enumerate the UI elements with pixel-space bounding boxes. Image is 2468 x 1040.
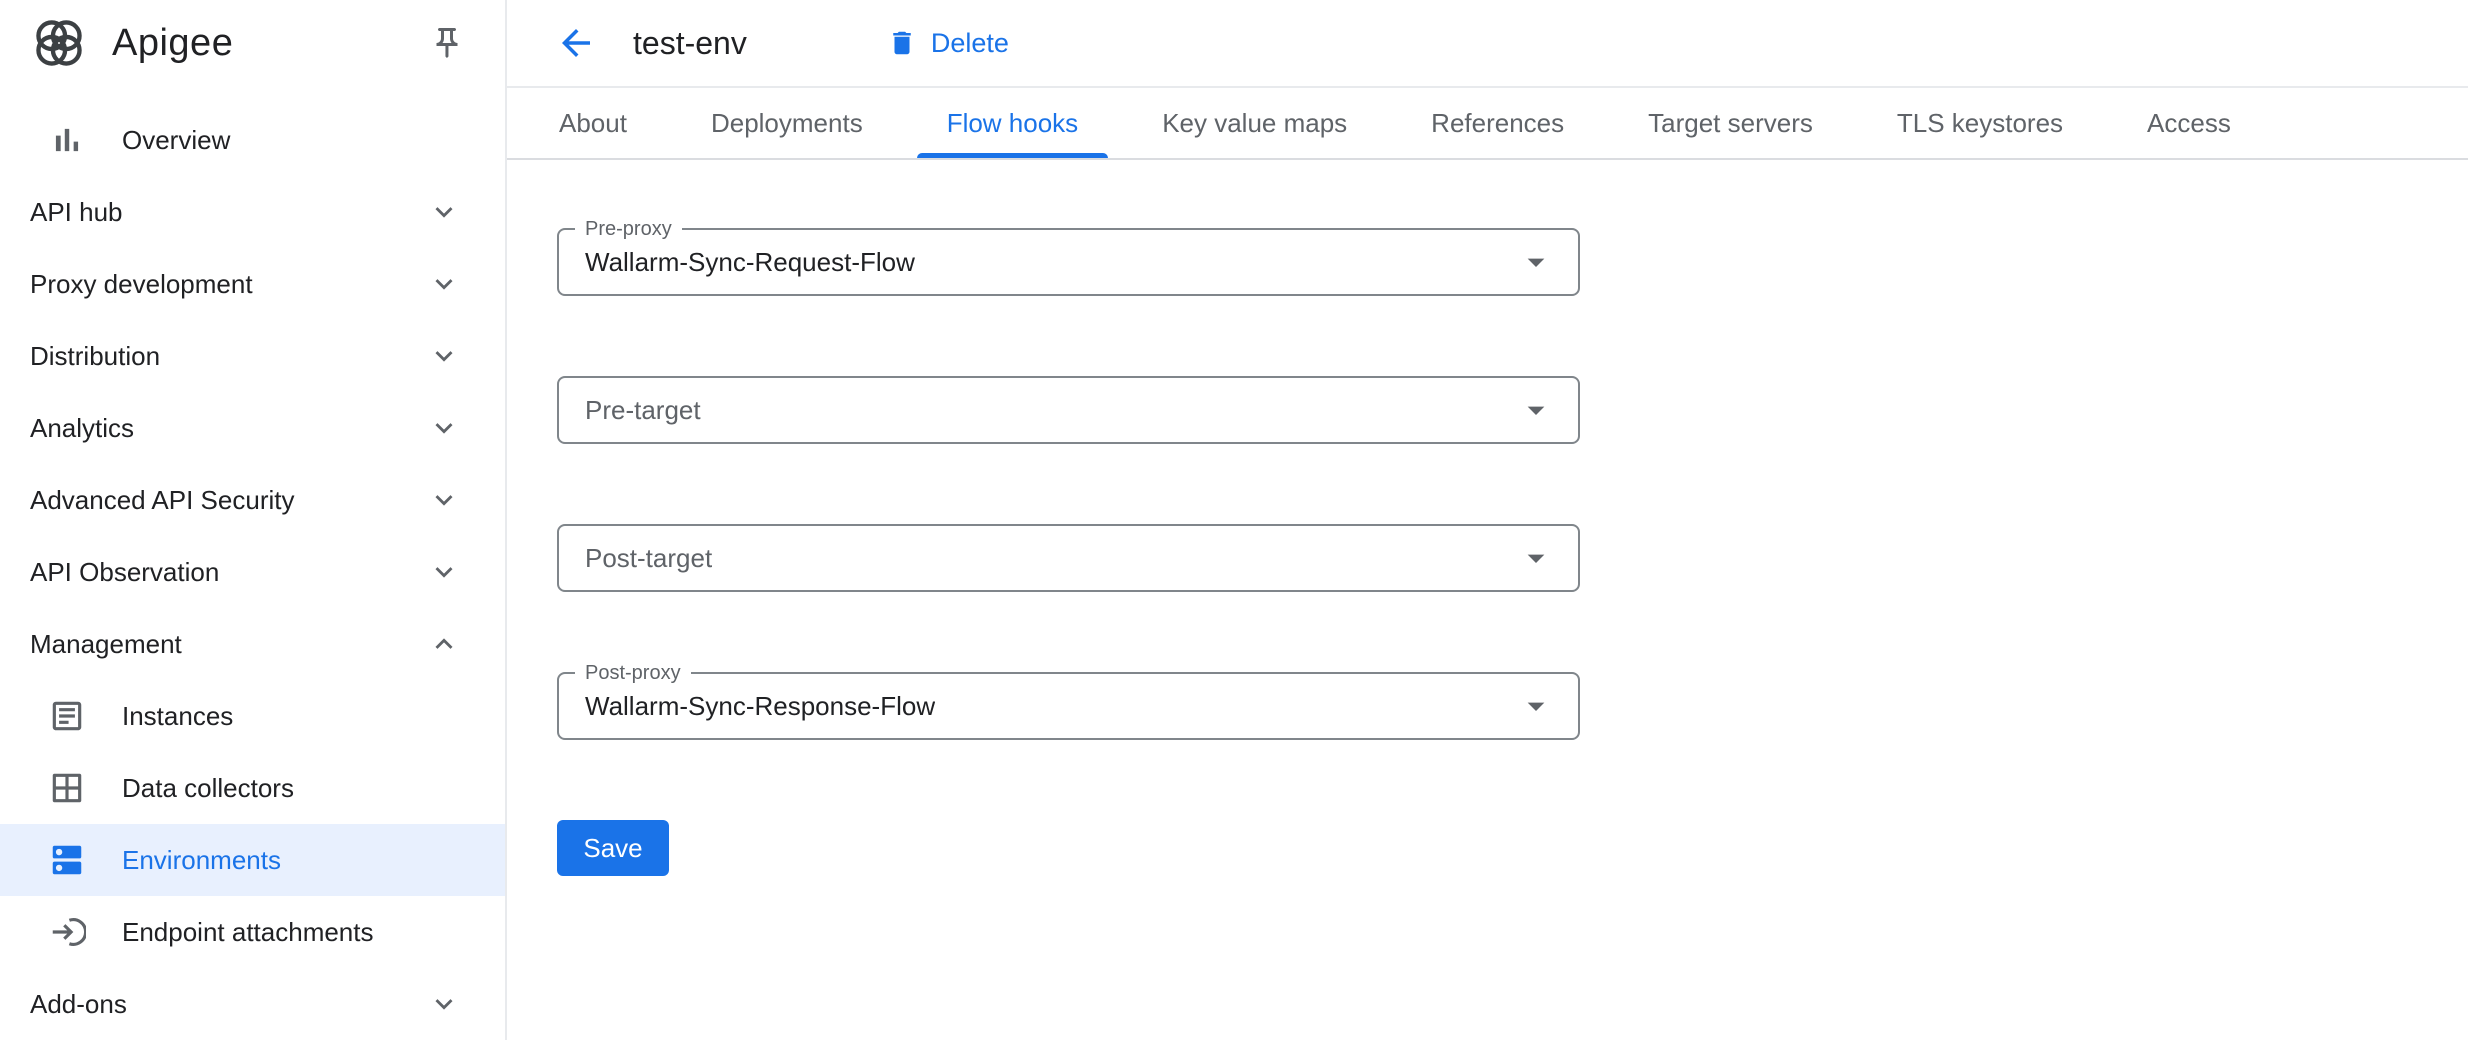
field-value: Wallarm-Sync-Request-Flow [585, 247, 915, 278]
sidebar-item-label: Advanced API Security [30, 485, 294, 516]
field-placeholder: Pre-target [585, 395, 701, 426]
tab-key-value-maps[interactable]: Key value maps [1120, 88, 1389, 158]
dropdown-arrow-icon [1516, 242, 1556, 282]
sidebar-item-label: Management [30, 629, 182, 660]
tab-label: Target servers [1648, 108, 1813, 139]
sidebar-item-label: Add-ons [30, 989, 127, 1020]
sidebar-item-api-hub[interactable]: API hub [0, 176, 505, 248]
brand-name: Apigee [112, 22, 233, 65]
chevron-down-icon [427, 411, 461, 445]
instances-icon [48, 697, 86, 735]
sidebar-item-instances[interactable]: Instances [0, 680, 505, 752]
post-target-select[interactable]: Post-target [557, 524, 1580, 592]
field-label: Pre-proxy [575, 215, 682, 243]
chevron-down-icon [427, 339, 461, 373]
tab-references[interactable]: References [1389, 88, 1606, 158]
back-arrow-icon[interactable] [555, 22, 597, 64]
sidebar-item-add-ons[interactable]: Add-ons [0, 968, 505, 1040]
field-placeholder: Post-target [585, 543, 712, 574]
tab-label: References [1431, 108, 1564, 139]
dropdown-arrow-icon [1516, 686, 1556, 726]
sidebar-item-label: Proxy development [30, 269, 253, 300]
overview-icon [48, 121, 86, 159]
sidebar-item-label: Analytics [30, 413, 134, 444]
sidebar-item-label: API Observation [30, 557, 219, 588]
sidebar-item-label: Instances [122, 701, 233, 732]
chevron-down-icon [427, 195, 461, 229]
tab-tls-keystores[interactable]: TLS keystores [1855, 88, 2105, 158]
chevron-down-icon [427, 555, 461, 589]
sidebar-item-overview[interactable]: Overview [0, 104, 505, 176]
main-area: test-env Delete About Deployments Flow h… [507, 0, 2468, 1040]
tab-deployments[interactable]: Deployments [669, 88, 905, 158]
sidebar-item-label: API hub [30, 197, 123, 228]
chevron-up-icon [427, 627, 461, 661]
sidebar-item-label: Data collectors [122, 773, 294, 804]
data-collectors-icon [48, 769, 86, 807]
trash-icon [887, 28, 917, 58]
tab-label: Flow hooks [947, 108, 1079, 139]
page-header: test-env Delete [507, 0, 2468, 88]
sidebar: Apigee Overview API hub Proxy developmen… [0, 0, 507, 1040]
field-label: Post-proxy [575, 659, 691, 687]
flow-hooks-panel: Pre-proxy Wallarm-Sync-Request-Flow Pre-… [507, 160, 2468, 1040]
dropdown-arrow-icon [1516, 538, 1556, 578]
sidebar-item-endpoint-attachments[interactable]: Endpoint attachments [0, 896, 505, 968]
tab-label: Deployments [711, 108, 863, 139]
sidebar-item-distribution[interactable]: Distribution [0, 320, 505, 392]
delete-button-label: Delete [931, 28, 1009, 59]
chevron-down-icon [427, 987, 461, 1021]
sidebar-item-label: Distribution [30, 341, 160, 372]
sidebar-item-label: Overview [122, 125, 230, 156]
sidebar-item-environments[interactable]: Environments [0, 824, 505, 896]
sidebar-item-management[interactable]: Management [0, 608, 505, 680]
tab-target-servers[interactable]: Target servers [1606, 88, 1855, 158]
chevron-down-icon [427, 483, 461, 517]
field-value: Wallarm-Sync-Response-Flow [585, 691, 935, 722]
delete-button[interactable]: Delete [887, 28, 1009, 59]
pre-target-select[interactable]: Pre-target [557, 376, 1580, 444]
sidebar-logo-row: Apigee [0, 0, 505, 86]
tab-label: About [559, 108, 627, 139]
tab-label: Key value maps [1162, 108, 1347, 139]
apigee-logo-icon [30, 14, 88, 72]
dropdown-arrow-icon [1516, 390, 1556, 430]
tab-flow-hooks[interactable]: Flow hooks [905, 88, 1121, 158]
chevron-down-icon [427, 267, 461, 301]
sidebar-item-advanced-api-security[interactable]: Advanced API Security [0, 464, 505, 536]
pre-proxy-select[interactable]: Pre-proxy Wallarm-Sync-Request-Flow [557, 228, 1580, 296]
tab-label: TLS keystores [1897, 108, 2063, 139]
endpoint-attachments-icon [48, 913, 86, 951]
tab-label: Access [2147, 108, 2231, 139]
save-button[interactable]: Save [557, 820, 669, 876]
post-proxy-select[interactable]: Post-proxy Wallarm-Sync-Response-Flow [557, 672, 1580, 740]
sidebar-nav: Overview API hub Proxy development Distr… [0, 86, 505, 1040]
sidebar-item-data-collectors[interactable]: Data collectors [0, 752, 505, 824]
environments-icon [48, 841, 86, 879]
page-title: test-env [633, 25, 747, 62]
sidebar-item-proxy-development[interactable]: Proxy development [0, 248, 505, 320]
pin-icon[interactable] [425, 21, 469, 65]
sidebar-item-analytics[interactable]: Analytics [0, 392, 505, 464]
sidebar-item-label: Endpoint attachments [122, 917, 374, 948]
tab-about[interactable]: About [517, 88, 669, 158]
sidebar-item-label: Environments [122, 845, 281, 876]
tab-access[interactable]: Access [2105, 88, 2273, 158]
sidebar-item-api-observation[interactable]: API Observation [0, 536, 505, 608]
tab-bar: About Deployments Flow hooks Key value m… [507, 88, 2468, 160]
